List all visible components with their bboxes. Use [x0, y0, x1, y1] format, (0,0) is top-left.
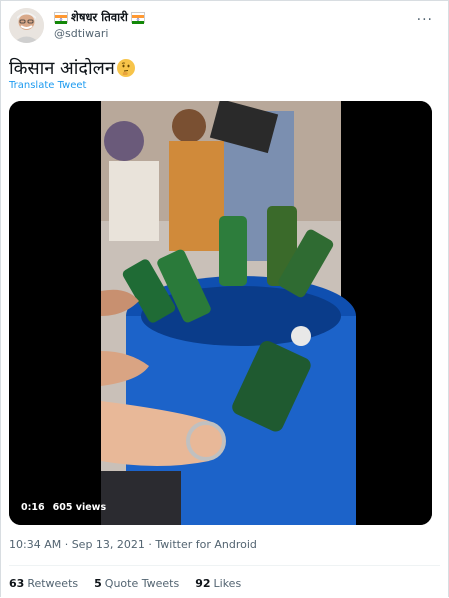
quote-label: Quote Tweets [104, 577, 180, 590]
video-time: 0:16 [21, 502, 45, 513]
quote-tweets-stat[interactable]: 5 Quote Tweets [94, 577, 179, 590]
tweet-text: किसान आंदोलन [9, 56, 135, 80]
tweet-body: किसान आंदोलन [9, 58, 115, 79]
more-options-icon[interactable]: ··· [417, 12, 433, 28]
video-views: 605 views [52, 502, 107, 513]
thinking-face-icon [116, 59, 135, 77]
divider [9, 565, 440, 566]
translate-tweet-link[interactable]: Translate Tweet [9, 80, 86, 91]
india-flag-icon [130, 12, 145, 24]
video-player[interactable]: 0:16 605 views [9, 101, 432, 525]
display-name-row[interactable]: शेषधर तिवारी [54, 10, 145, 25]
likes-stat[interactable]: 92 Likes [195, 577, 241, 590]
likes-label: Likes [213, 577, 242, 590]
india-flag-icon [54, 12, 68, 24]
tweet-timestamp[interactable]: 10:34 AM · Sep 13, 2021 · Twitter for An… [9, 538, 257, 551]
likes-count: 92 [195, 577, 211, 590]
engagement-stats: 63 Retweets 5 Quote Tweets 92 Likes [9, 577, 241, 590]
avatar[interactable] [9, 8, 44, 43]
video-overlay: 0:16 605 views [21, 502, 106, 513]
retweets-count: 63 [9, 577, 25, 590]
retweets-label: Retweets [27, 577, 79, 590]
display-name: शेषधर तिवारी [71, 10, 128, 24]
user-handle[interactable]: @sdtiwari [54, 27, 108, 40]
video-frame-image [9, 101, 432, 525]
quote-count: 5 [94, 577, 102, 590]
retweets-stat[interactable]: 63 Retweets [9, 577, 78, 590]
